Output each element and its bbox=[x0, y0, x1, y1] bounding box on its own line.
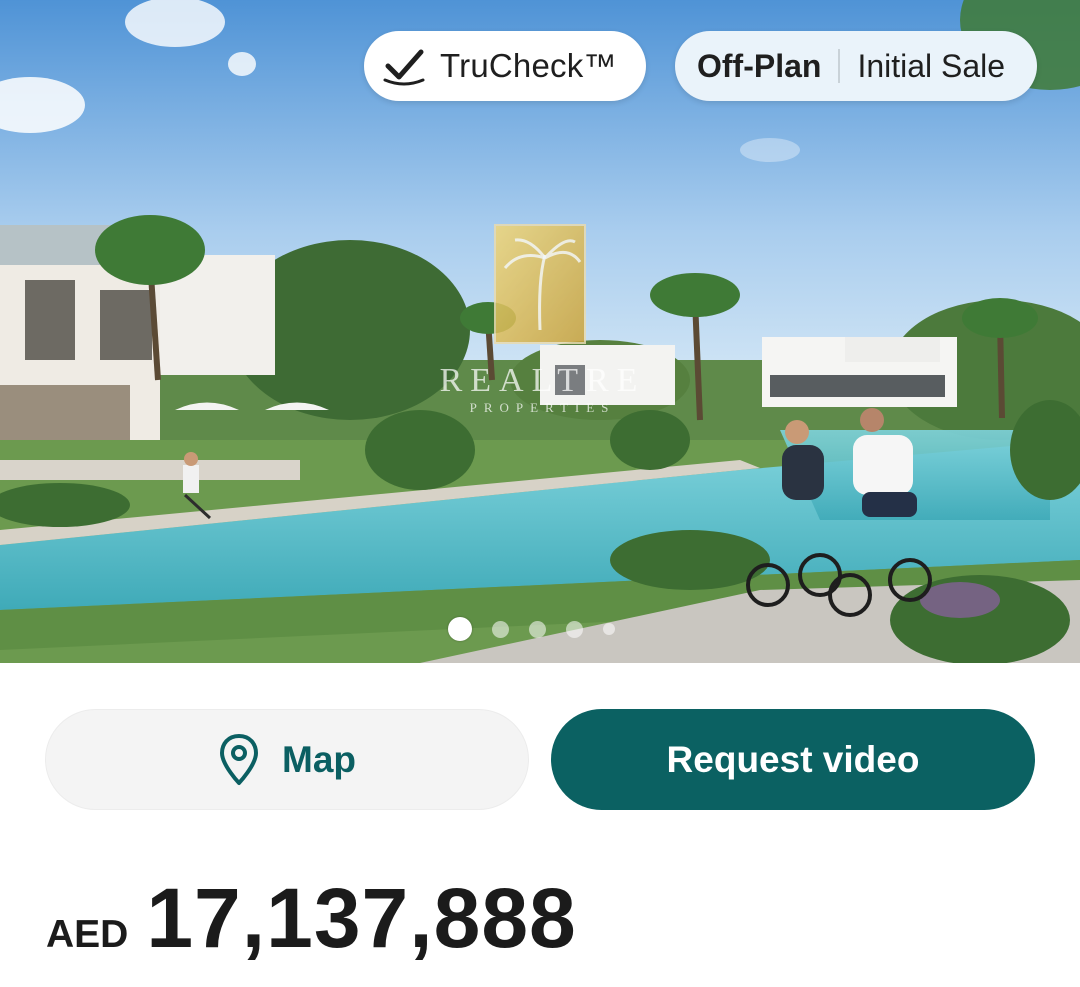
status-completion: Off-Plan bbox=[697, 47, 822, 84]
gallery-dot-5[interactable] bbox=[603, 623, 615, 635]
watermark-line-1: REALTRE bbox=[439, 362, 646, 399]
watermark-text: REALTRE PROPERTIES bbox=[405, 362, 680, 416]
trucheck-label: TruCheck™ bbox=[440, 47, 617, 84]
agency-watermark bbox=[494, 224, 586, 344]
watermark-line-2: PROPERTIES bbox=[469, 400, 616, 415]
location-pin-icon bbox=[220, 733, 258, 785]
map-button-label: Map bbox=[282, 738, 356, 780]
gallery-dot-2[interactable] bbox=[492, 620, 509, 638]
gallery-dot-4[interactable] bbox=[566, 620, 583, 638]
gallery-pagination bbox=[448, 617, 635, 641]
property-listing-page: REALTRE PROPERTIES TruCheck™ Off-Plan In… bbox=[0, 0, 1080, 987]
check-badge-icon bbox=[383, 49, 425, 86]
listing-status-badge: Off-Plan Initial Sale bbox=[675, 31, 1037, 101]
status-sale-type: Initial Sale bbox=[857, 47, 1006, 84]
status-divider bbox=[838, 49, 841, 83]
gallery-dot-3[interactable] bbox=[529, 620, 546, 638]
price-amount: 17,137,888 bbox=[146, 871, 577, 965]
request-video-label: Request video bbox=[666, 738, 920, 780]
price-currency: AED bbox=[46, 913, 129, 956]
property-photo-gallery[interactable]: REALTRE PROPERTIES TruCheck™ Off-Plan In… bbox=[0, 0, 1080, 663]
listing-price: AED 17,137,888 bbox=[46, 870, 577, 967]
map-button[interactable]: Map bbox=[45, 709, 529, 810]
gallery-dot-1[interactable] bbox=[448, 617, 472, 641]
trucheck-badge[interactable]: TruCheck™ bbox=[364, 31, 646, 101]
request-video-button[interactable]: Request video bbox=[551, 709, 1035, 810]
